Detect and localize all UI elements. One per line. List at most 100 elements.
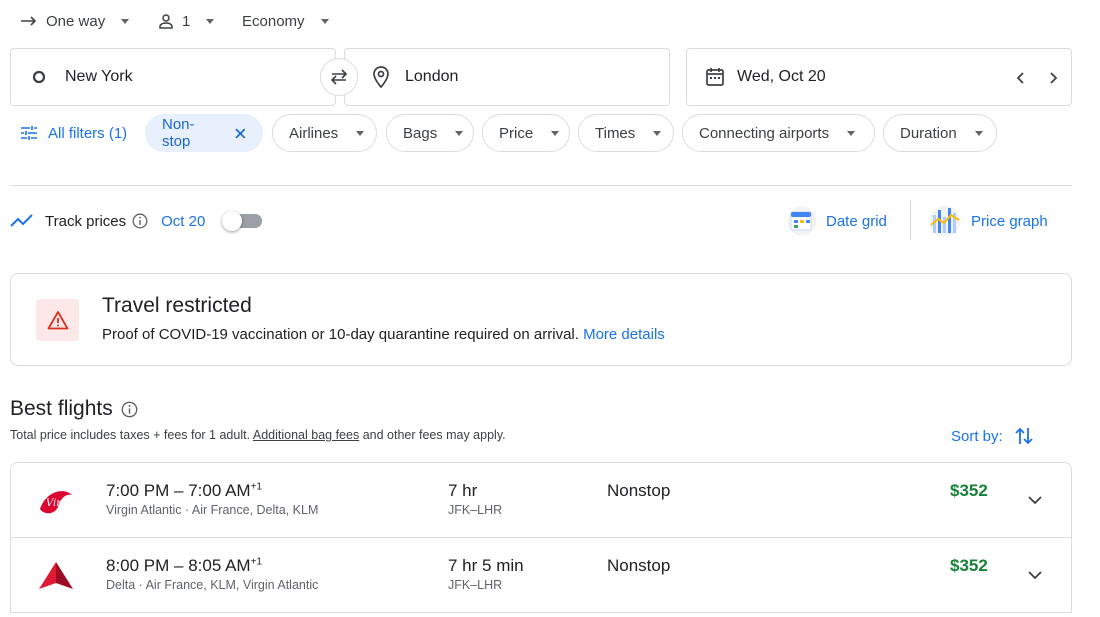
alert-message: Proof of COVID-19 vaccination or 10-day … <box>102 326 665 343</box>
next-date-button[interactable] <box>1043 67 1065 89</box>
info-icon[interactable] <box>132 213 148 229</box>
disclaimer-post: and other fees may apply. <box>362 428 506 442</box>
bag-fees-link[interactable]: Additional bag fees <box>253 428 359 442</box>
track-prices-label: Track prices <box>45 212 127 230</box>
more-details-link[interactable]: More details <box>583 326 665 343</box>
flight-duration: 7 hr 5 min <box>448 556 524 575</box>
cabin-class-label: Economy <box>242 12 305 30</box>
flight-duration: 7 hr <box>448 481 478 500</box>
close-icon[interactable] <box>235 128 246 139</box>
all-filters-button[interactable]: All filters (1) <box>20 114 127 152</box>
times-filter-label: Times <box>595 124 636 142</box>
swap-button[interactable] <box>320 58 358 96</box>
date-grid-icon <box>787 206 817 236</box>
flight-times-text: 8:00 PM – 8:05 AM <box>106 556 251 575</box>
calendar-icon <box>706 68 724 86</box>
person-icon <box>159 14 173 29</box>
chevron-down-icon <box>974 130 983 136</box>
chevron-down-icon <box>121 18 130 24</box>
flight-row[interactable]: Virgin 7:00 PM – 7:00 AM+1 Virgin Atlant… <box>10 462 1072 538</box>
travel-restriction-alert: Travel restricted Proof of COVID-19 vacc… <box>10 273 1072 366</box>
warning-icon <box>47 311 68 330</box>
price-graph-label: Price graph <box>971 212 1048 230</box>
chevron-down-icon <box>1028 570 1042 579</box>
trending-icon <box>10 214 33 227</box>
chevron-down-icon <box>653 130 662 136</box>
flight-airlines: Virgin Atlantic · Air France, Delta, KLM <box>106 503 319 517</box>
date-value: Wed, Oct 20 <box>737 68 826 85</box>
flight-times: 7:00 PM – 7:00 AM+1 <box>106 481 262 501</box>
flight-airlines: Delta · Air France, KLM, Virgin Atlantic <box>106 578 319 592</box>
chevron-down-icon <box>1028 495 1042 504</box>
date-grid-label: Date grid <box>826 212 887 230</box>
flight-route: JFK–LHR <box>448 578 503 592</box>
trip-type-select[interactable]: One way <box>20 10 130 32</box>
flight-price: $352 <box>950 481 988 500</box>
chevron-down-icon <box>320 18 329 24</box>
track-prices-row: Track prices Oct 20 Date grid Price grap… <box>0 205 1100 237</box>
passengers-select[interactable]: 1 <box>158 10 215 32</box>
flight-times-text: 7:00 PM – 7:00 AM <box>106 481 251 500</box>
swap-icon <box>330 69 348 85</box>
price-filter-chip[interactable]: Price <box>482 114 570 152</box>
date-field[interactable]: Wed, Oct 20 <box>686 48 1072 106</box>
destination-field[interactable]: London <box>344 48 670 106</box>
cabin-class-select[interactable]: Economy <box>242 10 329 32</box>
filter-chips: All filters (1) Non-stop Airlines Bags P… <box>0 114 1100 152</box>
location-pin-icon <box>373 66 389 88</box>
passengers-count: 1 <box>182 12 191 30</box>
origin-field[interactable]: New York <box>10 48 336 106</box>
price-graph-button[interactable]: Price graph <box>929 205 1048 237</box>
flight-price: $352 <box>950 556 988 575</box>
disclaimer-pre: Total price includes taxes + fees for 1 … <box>10 428 251 442</box>
chevron-left-icon <box>1016 72 1024 84</box>
flight-row[interactable]: 8:00 PM – 8:05 AM+1 Delta · Air France, … <box>10 537 1072 613</box>
expand-button[interactable] <box>1025 565 1045 585</box>
delta-logo <box>36 556 76 596</box>
tune-icon <box>21 126 37 140</box>
warning-icon-box <box>36 299 79 341</box>
best-flights-heading: Best flights <box>10 397 138 421</box>
trip-options-bar: One way 1 Economy <box>0 0 1100 42</box>
sort-icon <box>1015 427 1033 445</box>
vertical-divider <box>910 200 911 240</box>
bags-filter-label: Bags <box>403 124 438 142</box>
track-date: Oct 20 <box>161 212 206 230</box>
day-offset: +1 <box>250 481 262 493</box>
track-prices-toggle[interactable] <box>222 211 262 231</box>
airlines-filter-label: Airlines <box>289 124 339 142</box>
sort-by-button[interactable]: Sort by: <box>951 426 1033 446</box>
info-icon[interactable] <box>121 401 138 418</box>
chevron-down-icon <box>551 130 560 136</box>
bags-filter-chip[interactable]: Bags <box>386 114 474 152</box>
flight-times: 8:00 PM – 8:05 AM+1 <box>106 556 262 576</box>
alert-title: Travel restricted <box>102 294 252 317</box>
svg-text:Virgin: Virgin <box>46 498 76 509</box>
toggle-knob <box>222 211 242 231</box>
alert-message-text: Proof of COVID-19 vaccination or 10-day … <box>102 326 579 343</box>
previous-date-button[interactable] <box>1009 67 1031 89</box>
chevron-down-icon <box>455 130 464 136</box>
price-graph-icon <box>929 205 961 237</box>
arrow-right-icon <box>21 16 37 26</box>
all-filters-label: All filters (1) <box>48 124 128 142</box>
non-stop-chip[interactable]: Non-stop <box>145 114 263 152</box>
price-filter-label: Price <box>499 124 534 142</box>
date-grid-button[interactable]: Date grid <box>787 205 887 237</box>
chevron-down-icon <box>356 130 365 136</box>
flight-stops: Nonstop <box>607 481 671 500</box>
sort-by-label: Sort by: <box>951 427 1003 445</box>
origin-value: New York <box>65 68 133 85</box>
connecting-airports-filter-label: Connecting airports <box>699 124 830 142</box>
connecting-airports-filter-chip[interactable]: Connecting airports <box>682 114 875 152</box>
flight-stops: Nonstop <box>607 556 671 575</box>
expand-button[interactable] <box>1025 490 1045 510</box>
chevron-right-icon <box>1050 72 1058 84</box>
divider <box>10 185 1072 186</box>
airlines-filter-chip[interactable]: Airlines <box>272 114 377 152</box>
price-disclaimer: Total price includes taxes + fees for 1 … <box>10 428 506 442</box>
flight-route: JFK–LHR <box>448 503 503 517</box>
times-filter-chip[interactable]: Times <box>578 114 674 152</box>
duration-filter-chip[interactable]: Duration <box>883 114 997 152</box>
virgin-atlantic-logo: Virgin <box>36 481 77 521</box>
